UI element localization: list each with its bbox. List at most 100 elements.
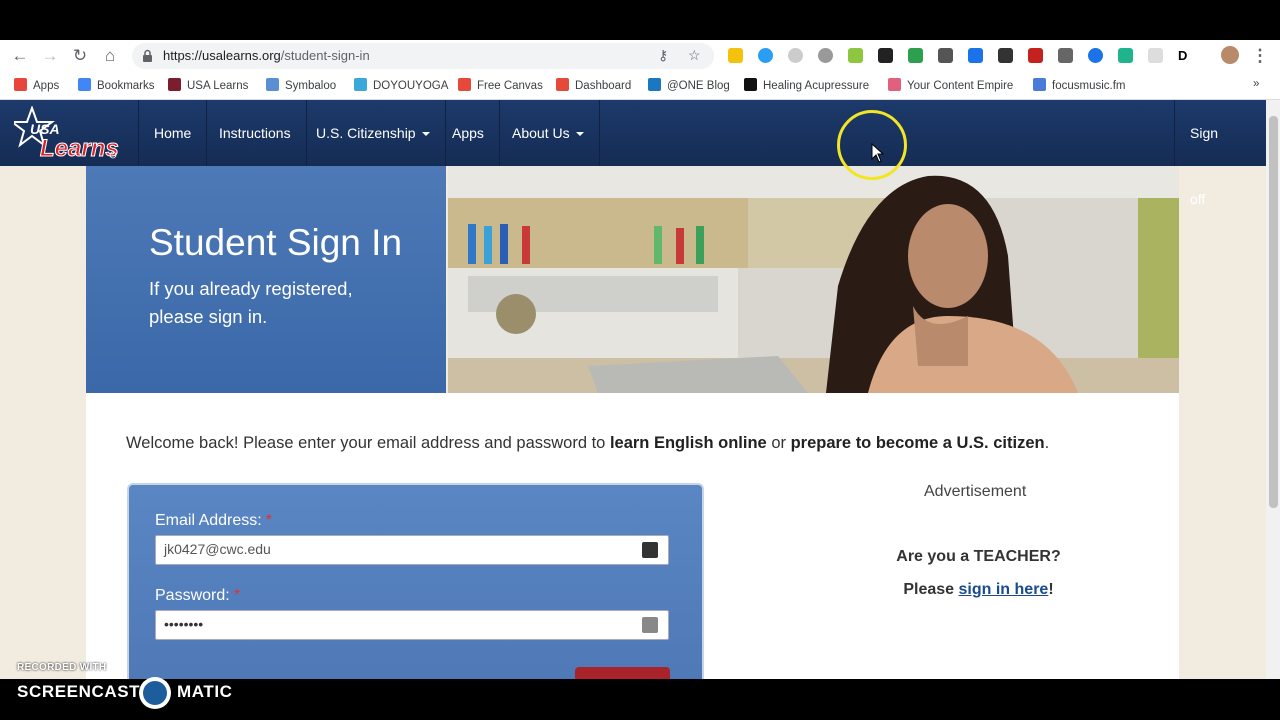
bookmark-item[interactable]: USA Learns (168, 78, 248, 92)
nav-about-us[interactable]: About Us (497, 100, 600, 166)
page-title: Student Sign In (149, 222, 403, 263)
page-subtitle: If you already registered, please sign i… (149, 278, 353, 327)
extension-icon[interactable] (848, 48, 863, 63)
bookmark-item[interactable]: Dashboard (556, 78, 631, 92)
password-value: •••••••• (164, 616, 204, 632)
caret-down-icon (575, 132, 584, 136)
watermark-brand-right: MATIC (177, 682, 233, 701)
key-icon[interactable]: ⚷ (658, 47, 668, 64)
password-manager-icon[interactable] (642, 617, 658, 633)
extension-icon[interactable] (1088, 48, 1103, 63)
teacher-question: Are you a TEACHER? (896, 548, 1061, 565)
extension-icon[interactable] (728, 48, 743, 63)
email-field[interactable]: jk0427@cwc.edu (155, 535, 669, 565)
avatar[interactable] (1221, 46, 1239, 64)
bookmark-favicon-icon (14, 78, 27, 91)
bookmark-favicon-icon (1033, 78, 1046, 91)
email-label-text: Email Address: (155, 512, 262, 529)
web-page: USA Learns Home Instructions U.S. Citize… (0, 100, 1266, 679)
usa-learns-logo[interactable]: USA Learns (14, 106, 120, 162)
bookmark-item[interactable]: Apps (14, 78, 59, 92)
nav-label: Instructions (219, 125, 291, 141)
welcome-emphasis: prepare to become a U.S. citizen (790, 434, 1045, 452)
extension-icon[interactable]: D (1178, 48, 1193, 63)
teacher-sign-in-link[interactable]: sign in here (959, 581, 1049, 598)
bookmark-favicon-icon (354, 78, 367, 91)
address-bar[interactable]: https://usalearns.org/student-sign-in ⚷ … (132, 43, 714, 69)
bookmark-item[interactable]: Symbaloo (266, 78, 336, 92)
reload-icon[interactable]: ↻ (68, 44, 92, 68)
email-label: Email Address: * (155, 512, 272, 530)
scrollbar-thumb[interactable] (1269, 116, 1278, 508)
extension-icon[interactable] (758, 48, 773, 63)
screencast-logo-icon (139, 677, 171, 709)
extension-icon[interactable] (998, 48, 1013, 63)
screen: ← → ↻ ⌂ https://usalearns.org/student-si… (0, 0, 1280, 720)
nav-label: About Us (512, 125, 570, 141)
extension-icon[interactable] (1118, 48, 1133, 63)
password-field[interactable]: •••••••• (155, 610, 669, 640)
hero-photo (448, 166, 1179, 393)
password-label: Password: * (155, 587, 240, 605)
teacher-prompt: Are you a TEACHER? Please sign in here! (786, 540, 1171, 606)
advertisement-label: Advertisement (924, 483, 1027, 500)
nav-instructions[interactable]: Instructions (204, 100, 307, 166)
bookmark-item[interactable]: Free Canvas (458, 78, 543, 92)
home-icon[interactable]: ⌂ (98, 44, 122, 68)
bookmark-item[interactable]: @ONE Blog (648, 78, 730, 92)
extension-icon[interactable] (908, 48, 923, 63)
welcome-text: . (1044, 434, 1050, 452)
sign-in-button[interactable] (575, 667, 670, 679)
welcome-emphasis: learn English online (609, 434, 767, 452)
star-icon[interactable]: ☆ (688, 47, 701, 64)
bookmark-label: USA Learns (187, 80, 249, 92)
bookmark-label: Healing Acupressure (763, 80, 870, 92)
bookmark-favicon-icon (78, 78, 91, 91)
bookmarks-bar: Apps Bookmarks USA Learns Symbaloo DOYOUYOGA… (0, 71, 1280, 100)
required-mark: * (265, 512, 272, 529)
welcome-message: Welcome back! Please enter your email ad… (126, 434, 1049, 453)
bookmark-label: Free Canvas (477, 80, 543, 92)
bookmark-favicon-icon (888, 78, 901, 91)
bookmark-favicon-icon (648, 78, 661, 91)
bookmark-favicon-icon (458, 78, 471, 91)
bookmark-item[interactable]: Your Content Empire (888, 78, 1013, 92)
extension-icon[interactable] (938, 48, 953, 63)
nav-citizenship[interactable]: U.S. Citizenship (301, 100, 446, 166)
password-manager-icon[interactable] (642, 542, 658, 558)
bookmark-item[interactable]: Bookmarks (78, 78, 155, 92)
bookmark-item[interactable]: focusmusic.fm (1033, 78, 1126, 92)
welcome-text: or (766, 434, 791, 452)
caret-down-icon (421, 132, 430, 136)
nav-label: Home (154, 125, 192, 141)
scrollbar[interactable] (1266, 100, 1280, 679)
required-mark: * (233, 587, 240, 604)
url-text: https://usalearns.org/student-sign-in (163, 48, 370, 63)
recorded-with-label: RECORDED WITH (17, 662, 107, 673)
extension-icon[interactable] (1058, 48, 1073, 63)
bookmark-label: Bookmarks (97, 80, 155, 92)
extension-icon[interactable] (818, 48, 833, 63)
back-icon[interactable]: ← (8, 44, 32, 68)
bookmark-item[interactable]: Healing Acupressure (744, 78, 869, 92)
teacher-text: Please (903, 581, 959, 598)
bookmark-label: Symbaloo (285, 80, 337, 92)
forward-icon[interactable]: → (38, 44, 62, 68)
bookmark-label: Apps (33, 80, 60, 92)
bookmark-favicon-icon (744, 78, 757, 91)
bookmark-item[interactable]: DOYOUYOGA (354, 78, 448, 92)
bookmark-label: @ONE Blog (667, 80, 730, 92)
extension-icon[interactable] (1148, 48, 1163, 63)
bookmark-label: DOYOUYOGA (373, 80, 449, 92)
bookmarks-overflow-icon[interactable]: » (1253, 78, 1259, 90)
nav-apps[interactable]: Apps (437, 100, 500, 166)
extension-icon[interactable] (788, 48, 803, 63)
nav-home[interactable]: Home (138, 100, 208, 166)
extension-icon[interactable] (1028, 48, 1043, 63)
menu-icon[interactable]: ⋮ (1248, 44, 1272, 68)
extension-icon[interactable] (968, 48, 983, 63)
sign-off-link[interactable]: Sign off (1174, 100, 1266, 207)
nav-label: Apps (452, 125, 484, 141)
sign-in-form: Email Address: * jk0427@cwc.edu Password:… (127, 483, 704, 679)
extension-icon[interactable] (878, 48, 893, 63)
